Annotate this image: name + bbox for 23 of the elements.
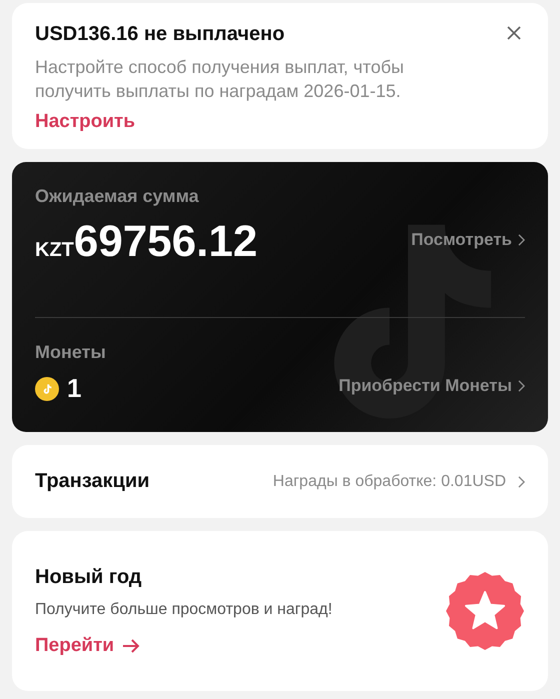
promo-title: Новый год xyxy=(35,566,143,588)
promo-message: Получите больше просмотров и наград! xyxy=(35,600,332,618)
coins-count: 1 xyxy=(67,373,82,404)
pending-rewards-link[interactable]: Награды в обработке: 0.01USD xyxy=(272,472,525,490)
coins-label: Монеты xyxy=(35,342,106,363)
balance-amount: 69756.12 xyxy=(74,217,258,267)
buy-coins-link[interactable]: Приобрести Монеты xyxy=(338,376,525,396)
go-link[interactable]: Перейти xyxy=(35,634,140,656)
chevron-icon xyxy=(518,234,525,246)
notice-message: Настройте способ получения выплат, чтобы получить выплаты по наградам 2026-01-15. xyxy=(35,56,405,103)
transactions-title: Транзакции xyxy=(35,470,150,493)
coin-icon xyxy=(35,376,59,400)
chevron-icon xyxy=(518,476,525,488)
transactions-row[interactable]: Транзакции Награды в обработке: 0.01USD xyxy=(12,445,548,518)
star-badge-icon xyxy=(446,572,524,650)
arrow-icon xyxy=(122,638,140,652)
close-button[interactable] xyxy=(506,25,522,41)
chevron-icon xyxy=(518,380,525,392)
currency-code: KZT xyxy=(35,239,74,262)
setup-link[interactable]: Настроить xyxy=(35,111,136,133)
balance-label: Ожидаемая сумма xyxy=(35,186,200,207)
view-link[interactable]: Посмотреть xyxy=(411,230,525,250)
notice-title: USD136.16 не выплачено xyxy=(35,23,285,46)
